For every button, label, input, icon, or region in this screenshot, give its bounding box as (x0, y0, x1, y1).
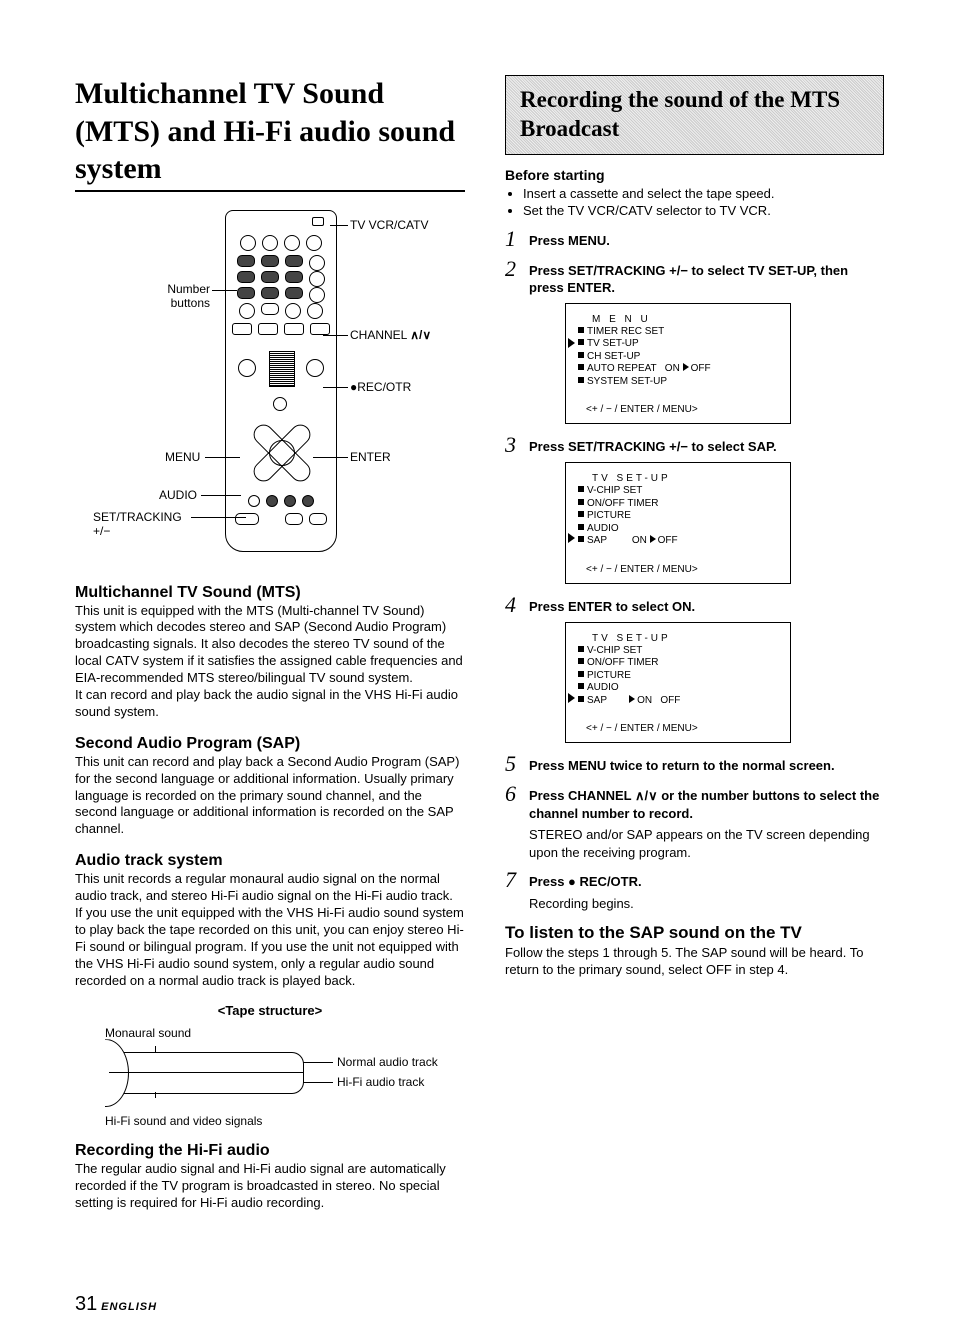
remote-label-enter: ENTER (350, 450, 391, 464)
step-7-text: Press ● REC/OTR. (529, 869, 642, 891)
step-num-7: 7 (505, 869, 521, 891)
tape-structure-caption: <Tape structure> (75, 1003, 465, 1018)
remote-label-channel: CHANNEL ∧/∨ (350, 328, 431, 342)
tape-hifi-label: Hi-Fi audio track (337, 1075, 424, 1089)
banner-heading: Recording the sound of the MTS Broadcast (505, 75, 884, 155)
remote-label-set-tracking: SET/TRACKING+/− (93, 510, 203, 538)
step-5-text: Press MENU twice to return to the normal… (529, 753, 835, 775)
step-num-4: 4 (505, 594, 521, 616)
step-7-sub: Recording begins. (529, 895, 884, 913)
step-num-6: 6 (505, 783, 521, 805)
menu-screen-1: M E N UTIMER REC SETTV SET-UPCH SET-UPAU… (565, 303, 791, 425)
step-6-text: Press CHANNEL ∧/∨ or the number buttons … (529, 783, 884, 822)
language-label: ENGLISH (101, 1301, 157, 1313)
page-number: 31 (75, 1293, 97, 1315)
tape-diagram: Normal audio track Hi-Fi audio track (105, 1042, 435, 1112)
before-starting-heading: Before starting (505, 167, 884, 183)
step-2-text: Press SET/TRACKING +/− to select TV SET-… (529, 258, 884, 297)
remote-label-rec-otr: ●REC/OTR (350, 380, 411, 394)
step-num-5: 5 (505, 753, 521, 775)
step-1-text: Press MENU. (529, 228, 610, 250)
before-bullets: Insert a cassette and select the tape sp… (505, 185, 884, 220)
menu-screen-3: TV SET-UPV-CHIP SETON/OFF TIMERPICTUREAU… (565, 622, 791, 744)
tape-hifi-signals-label: Hi-Fi sound and video signals (105, 1114, 465, 1128)
step-num-2: 2 (505, 258, 521, 280)
step-num-1: 1 (505, 228, 521, 250)
menu-screen-2: TV SET-UPV-CHIP SETON/OFF TIMERPICTUREAU… (565, 462, 791, 584)
listen-heading: To listen to the SAP sound on the TV (505, 923, 884, 943)
remote-label-menu: MENU (165, 450, 200, 464)
remote-label-audio: AUDIO (159, 488, 197, 502)
page-title: Multichannel TV Sound (MTS) and Hi-Fi au… (75, 75, 465, 188)
step-1: 1 Press MENU. (505, 228, 884, 250)
audio-track-heading: Audio track system (75, 852, 465, 870)
step-4: 4 Press ENTER to select ON. (505, 594, 884, 616)
remote-label-number-buttons: Numberbuttons (135, 282, 210, 310)
step-5: 5 Press MENU twice to return to the norm… (505, 753, 884, 775)
sap-heading: Second Audio Program (SAP) (75, 735, 465, 753)
title-underline (75, 190, 465, 192)
before-bullet-1: Set the TV VCR/CATV selector to TV VCR. (523, 202, 884, 220)
step-num-3: 3 (505, 434, 521, 456)
rec-hifi-body: The regular audio signal and Hi-Fi audio… (75, 1161, 465, 1212)
step-6: 6 Press CHANNEL ∧/∨ or the number button… (505, 783, 884, 822)
mts-body: This unit is equipped with the MTS (Mult… (75, 603, 465, 721)
step-7: 7 Press ● REC/OTR. (505, 869, 884, 891)
step-4-text: Press ENTER to select ON. (529, 594, 695, 616)
step-3-text: Press SET/TRACKING +/− to select SAP. (529, 434, 777, 456)
step-2: 2 Press SET/TRACKING +/− to select TV SE… (505, 258, 884, 297)
audio-track-body: This unit records a regular monaural aud… (75, 871, 465, 989)
tape-normal-label: Normal audio track (337, 1055, 438, 1069)
listen-body: Follow the steps 1 through 5. The SAP so… (505, 945, 884, 979)
rec-hifi-heading: Recording the Hi-Fi audio (75, 1142, 465, 1160)
remote-label-tv-vcr-catv: TV VCR/CATV (350, 218, 428, 232)
step-6-sub: STEREO and/or SAP appears on the TV scre… (529, 826, 884, 861)
tape-monaural-label: Monaural sound (105, 1026, 465, 1040)
step-3: 3 Press SET/TRACKING +/− to select SAP. (505, 434, 884, 456)
page-footer: 31 ENGLISH (75, 1293, 157, 1316)
before-bullet-0: Insert a cassette and select the tape sp… (523, 185, 884, 203)
sap-body: This unit can record and play back a Sec… (75, 754, 465, 838)
remote-diagram: Numberbuttons MENU AUDIO SET/TRACKING+/−… (75, 210, 465, 570)
mts-heading: Multichannel TV Sound (MTS) (75, 584, 465, 602)
